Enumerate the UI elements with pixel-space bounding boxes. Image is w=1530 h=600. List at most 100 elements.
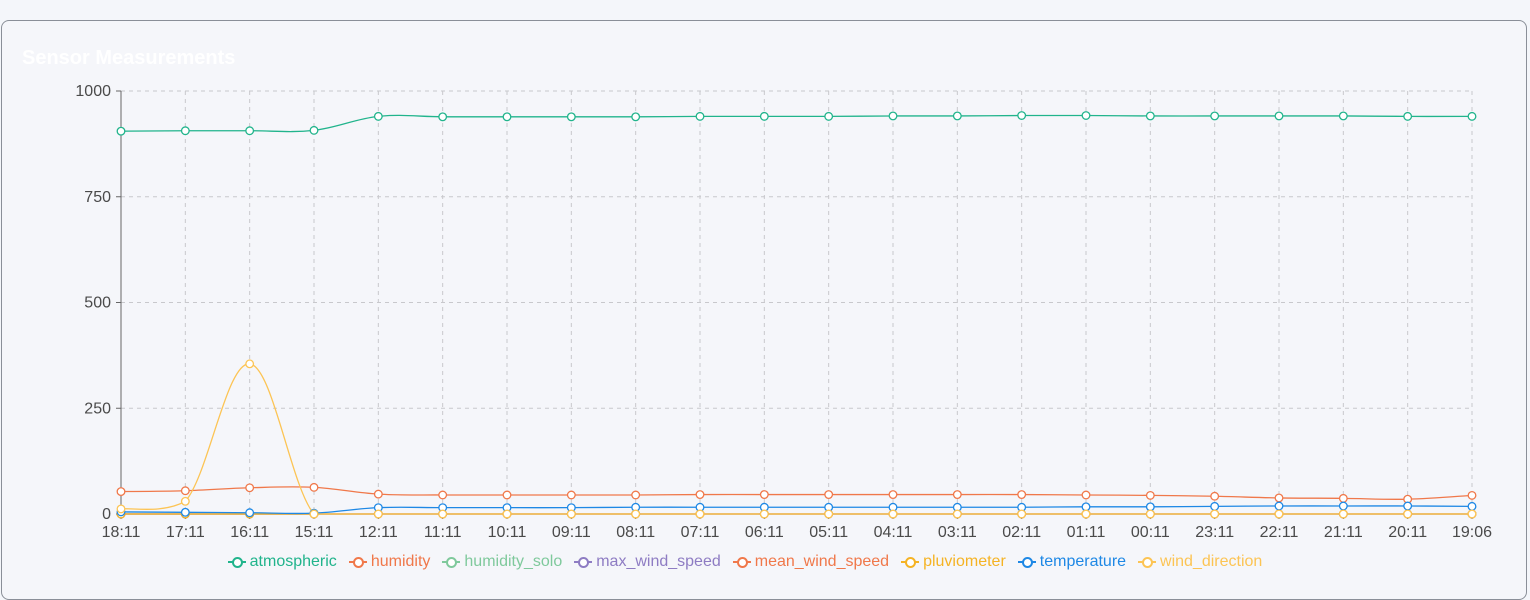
legend-label: atmospheric [249,553,337,570]
chart-legend: atmospheric humidity humidity_solo max_wind… [0,553,1490,571]
data-point-wind_direction [1081,509,1091,519]
data-point-atmospheric [1403,111,1413,121]
data-point-humidity [116,487,126,497]
x-tick-label: 19:06 [1452,524,1492,541]
x-tick-label: 12:11 [359,524,398,541]
data-point-atmospheric [1274,111,1284,121]
data-point-atmospheric [1017,111,1027,120]
legend-item-mean_wind_speed[interactable]: mean_wind_speed [732,553,890,571]
data-point-humidity [952,490,962,499]
data-point-humidity [1338,493,1348,503]
data-point-wind_direction [1338,509,1348,519]
legend-item-pluviometer[interactable]: pluviometer [901,553,1006,571]
data-point-humidity [309,482,319,492]
data-point-atmospheric [245,126,255,136]
x-tick-label: 07:11 [681,524,720,541]
legend-marker-icon [901,556,920,568]
x-tick-label: 00:11 [1131,524,1170,541]
legend-label: temperature [1039,553,1127,570]
data-point-humidity [566,490,576,500]
data-point-humidity [695,490,705,499]
data-point-atmospheric [1467,111,1477,121]
data-point-humidity [1210,491,1220,501]
data-point-atmospheric [438,112,448,122]
legend-item-humidity_solo[interactable]: humidity_solo [442,553,562,571]
data-point-temperature [1081,502,1091,512]
x-tick-label: 16:11 [230,524,269,541]
x-tick-label: 22:11 [1260,524,1299,541]
data-point-humidity [180,486,190,496]
x-tick-label: 17:11 [166,524,205,541]
data-point-humidity [1081,490,1091,500]
data-point-temperature [1338,501,1348,511]
x-tick-label: 20:11 [1388,524,1427,541]
data-point-atmospheric [309,125,319,135]
data-point-atmospheric [1145,111,1155,121]
data-point-wind_direction [1274,509,1284,519]
legend-item-max_wind_speed[interactable]: max_wind_speed [574,553,721,571]
legend-item-temperature[interactable]: temperature [1017,553,1127,571]
legend-item-atmospheric[interactable]: atmospheric [227,553,337,571]
y-tick-label: 250 [84,400,111,417]
data-point-humidity [373,489,383,499]
data-point-humidity [1017,490,1027,499]
data-point-temperature [245,508,255,518]
data-point-atmospheric [759,111,769,121]
legend-marker-icon [348,556,367,568]
data-point-humidity [1274,493,1284,503]
data-point-wind_direction [566,509,576,519]
legend-item-humidity[interactable]: humidity [348,553,431,571]
x-tick-label: 08:11 [616,524,655,541]
x-tick-label: 15:11 [295,524,334,541]
x-tick-label: 06:11 [745,524,784,541]
data-point-wind_direction [245,359,255,369]
series-line-wind_direction [120,363,1472,515]
data-point-atmospheric [502,112,512,122]
data-point-wind_direction [631,509,641,519]
series-line-atmospheric [120,114,1473,133]
data-point-wind_direction [695,509,705,519]
data-point-atmospheric [116,126,126,136]
data-point-temperature [180,507,190,517]
data-point-humidity [1467,490,1477,500]
data-point-wind_direction [888,509,898,519]
data-point-temperature [1145,502,1155,512]
data-point-wind_direction [438,509,448,519]
data-point-atmospheric [1210,111,1220,121]
legend-marker-icon [1138,556,1157,568]
legend-marker-icon [1017,556,1036,568]
data-point-wind_direction [180,496,190,506]
data-point-atmospheric [952,111,962,121]
data-point-wind_direction [1017,509,1027,519]
data-point-temperature [1210,501,1220,511]
data-point-wind_direction [116,504,126,514]
data-point-atmospheric [373,111,383,121]
data-point-humidity [502,490,512,500]
x-tick-label: 04:11 [874,524,913,541]
legend-label: humidity [370,553,431,570]
data-point-humidity [888,490,898,499]
legend-label: humidity_solo [464,553,563,570]
x-tick-label: 18:11 [102,524,141,541]
data-point-atmospheric [888,111,898,121]
data-point-atmospheric [1338,111,1348,121]
legend-marker-icon [732,556,751,568]
data-point-atmospheric [631,112,641,122]
data-point-humidity [245,483,255,493]
x-tick-label: 02:11 [1002,524,1041,541]
data-point-temperature [1467,501,1477,511]
legend-marker-icon [227,556,246,568]
data-point-wind_direction [824,509,834,519]
legend-label: wind_direction [1160,553,1263,570]
data-point-wind_direction [1210,509,1220,519]
data-point-atmospheric [695,111,705,121]
y-tick-label: 0 [102,506,111,523]
data-point-humidity [759,490,769,499]
x-tick-label: 09:11 [552,524,591,541]
data-point-humidity [1145,490,1155,500]
legend-item-wind_direction[interactable]: wind_direction [1138,553,1262,571]
legend-label: mean_wind_speed [754,553,890,570]
data-point-temperature [1274,501,1284,511]
x-tick-label: 03:11 [938,524,977,541]
y-tick-label: 1000 [75,83,111,100]
